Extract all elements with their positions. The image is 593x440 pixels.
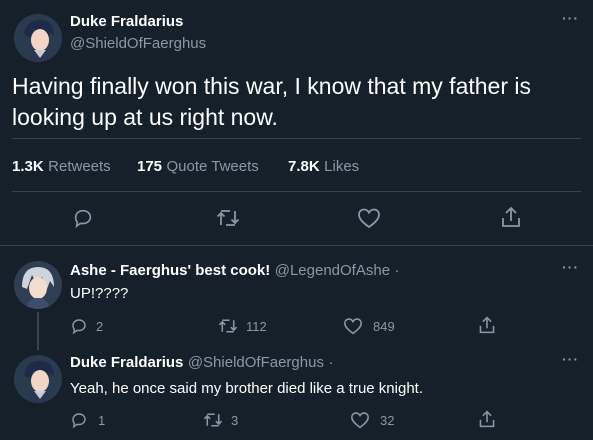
reply-author-handle[interactable]: @LegendOfAshe [275,262,390,279]
reply-count: 2 [96,318,104,334]
more-options-icon[interactable]: ··· [562,351,579,367]
quote-tweets-label: Quote Tweets [166,158,259,175]
separator-dot: · [328,354,334,371]
like-icon [351,412,369,429]
separator-dot: · [394,262,400,279]
like-button[interactable]: 849 [343,317,395,335]
tweet-text: Having finally won this war, I know that… [12,73,531,130]
likes-count: 7.8K [288,158,320,175]
reply-icon [72,413,86,429]
reply-count: 1 [98,412,106,428]
share-icon[interactable] [500,206,522,228]
retweets-count: 1.3K [12,158,44,175]
retweet-button[interactable]: 3 [203,411,238,429]
avatar[interactable] [14,261,62,309]
reply-icon[interactable] [72,207,94,229]
share-icon[interactable] [478,410,496,428]
reply-button[interactable]: 1 [70,411,105,429]
divider [0,245,593,246]
avatar[interactable] [14,14,62,62]
retweet-count: 112 [246,318,267,334]
reply-text: Yeah, he once said my brother died like … [70,380,423,397]
likes-label: Likes [324,158,360,175]
reply-author-name[interactable]: Ashe - Faerghus' best cook! [70,262,270,279]
thread-line [37,312,39,350]
retweets-stat[interactable]: 1.3K Retweets [12,158,111,176]
like-icon [344,318,362,335]
divider [12,191,581,192]
reply-author-name[interactable]: Duke Fraldarius [70,354,183,371]
likes-stat[interactable]: 7.8K Likes [288,158,359,176]
share-icon[interactable] [478,316,496,334]
quote-tweets-count: 175 [137,158,163,175]
reply-icon [72,319,86,335]
reply-header: Duke Fraldarius @ShieldOfFaerghus · [70,354,333,372]
author-handle[interactable]: @ShieldOfFaerghus [70,35,206,52]
more-options-icon[interactable]: ··· [562,259,579,275]
reply-text: UP!???? [70,285,129,302]
quote-tweets-stat[interactable]: 175 Quote Tweets [137,158,259,176]
like-icon[interactable] [357,207,381,229]
reply-author-handle[interactable]: @ShieldOfFaerghus [188,354,324,371]
retweet-icon[interactable] [216,207,240,229]
avatar[interactable] [14,355,62,403]
retweet-icon [203,413,223,427]
retweets-label: Retweets [48,158,111,175]
retweet-button[interactable]: 112 [218,317,267,335]
like-button[interactable]: 32 [350,411,394,429]
author-name[interactable]: Duke Fraldarius [70,13,183,30]
divider [12,138,581,139]
more-options-icon[interactable]: ··· [562,10,579,26]
retweet-count: 3 [231,412,239,428]
like-count: 849 [373,318,395,334]
reply-button[interactable]: 2 [70,317,103,335]
like-count: 32 [380,412,395,428]
reply-header: Ashe - Faerghus' best cook! @LegendOfAsh… [70,262,400,280]
retweet-icon [218,319,238,333]
